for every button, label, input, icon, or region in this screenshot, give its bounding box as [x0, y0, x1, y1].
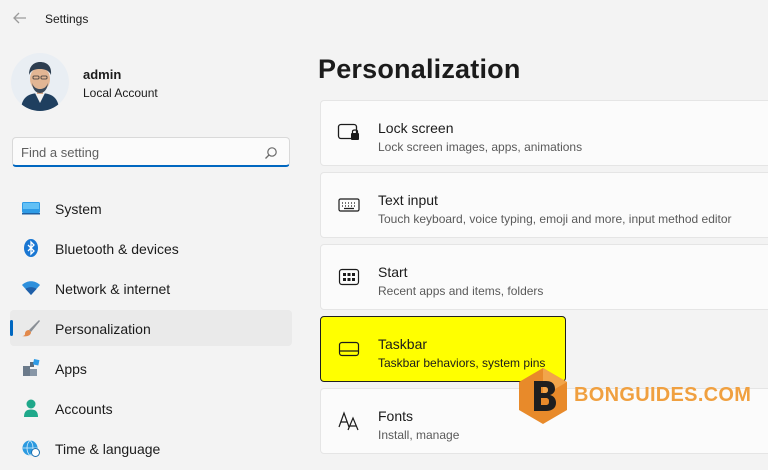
- user-name: admin: [83, 67, 122, 82]
- monitor-icon: [21, 199, 41, 217]
- brush-icon: [21, 319, 41, 337]
- title-bar: Settings: [0, 0, 768, 40]
- sidebar-item-network[interactable]: Network & internet: [10, 270, 292, 306]
- sidebar-item-system[interactable]: System: [10, 190, 292, 226]
- avatar[interactable]: [11, 53, 69, 111]
- page-title: Personalization: [318, 54, 521, 84]
- card-title: Start: [378, 264, 408, 280]
- search-box[interactable]: [12, 137, 290, 167]
- selected-indicator: [10, 320, 13, 336]
- card-subtitle: Touch keyboard, voice typing, emoji and …: [378, 212, 732, 226]
- card-subtitle: Lock screen images, apps, animations: [378, 140, 583, 154]
- search-icon[interactable]: [264, 146, 278, 160]
- globe-clock-icon: [21, 439, 41, 457]
- back-arrow-icon: [13, 12, 26, 24]
- card-title: Fonts: [378, 408, 414, 424]
- card-title: Taskbar: [378, 336, 428, 352]
- card-subtitle: Recent apps and items, folders: [378, 284, 544, 298]
- watermark: BONGUIDES.COM: [517, 366, 751, 426]
- person-icon: [21, 399, 41, 417]
- sidebar-nav: System Bluetooth & devices Network & int…: [10, 190, 292, 470]
- search-input[interactable]: [21, 143, 261, 161]
- user-avatar-icon: [11, 53, 69, 111]
- sidebar-item-accounts[interactable]: Accounts: [10, 390, 292, 426]
- app-title: Settings: [45, 12, 89, 26]
- account-type: Local Account: [83, 86, 158, 100]
- watermark-logo-icon: [519, 368, 567, 424]
- back-button[interactable]: [10, 8, 30, 28]
- sidebar-item-label: Time & language: [55, 441, 161, 457]
- bluetooth-icon: [21, 239, 41, 257]
- watermark-text: BONGUIDES.COM: [574, 384, 752, 406]
- card-title: Lock screen: [378, 120, 454, 136]
- sidebar-item-bluetooth[interactable]: Bluetooth & devices: [10, 230, 292, 266]
- fonts-icon: [337, 410, 361, 432]
- card-lock-screen[interactable]: Lock screen Lock screen images, apps, an…: [320, 100, 768, 166]
- sidebar-item-label: Accounts: [55, 401, 113, 417]
- card-start[interactable]: Start Recent apps and items, folders: [320, 244, 768, 310]
- sidebar-item-personalization[interactable]: Personalization: [10, 310, 292, 346]
- card-text-input[interactable]: Text input Touch keyboard, voice typing,…: [320, 172, 768, 238]
- sidebar-item-label: Personalization: [55, 321, 151, 337]
- wifi-icon: [21, 279, 41, 297]
- sidebar-item-label: Bluetooth & devices: [55, 241, 179, 257]
- sidebar-item-apps[interactable]: Apps: [10, 350, 292, 386]
- taskbar-icon: [337, 338, 361, 360]
- apps-icon: [21, 359, 41, 377]
- card-subtitle: Install, manage: [378, 428, 460, 442]
- sidebar-item-label: System: [55, 201, 102, 217]
- sidebar-item-label: Apps: [55, 361, 87, 377]
- keyboard-icon: [337, 194, 361, 216]
- sidebar-item-time-language[interactable]: Time & language: [10, 430, 292, 466]
- lock-screen-icon: [337, 122, 361, 144]
- sidebar-item-label: Network & internet: [55, 281, 171, 297]
- start-icon: [337, 266, 361, 288]
- card-title: Text input: [378, 192, 438, 208]
